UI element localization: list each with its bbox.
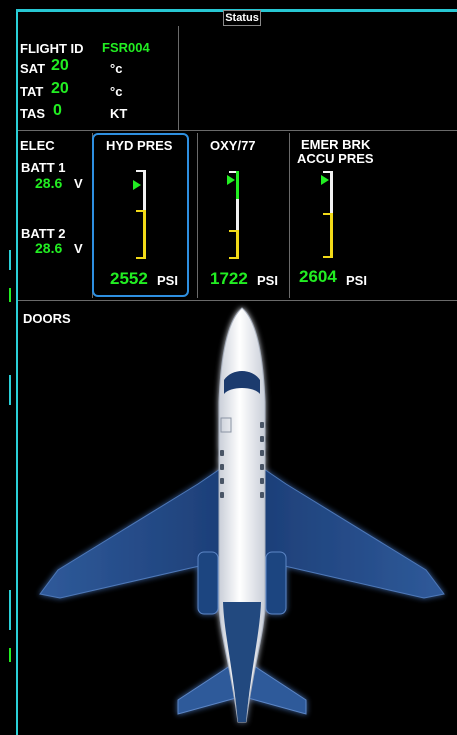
sat-unit: °c	[110, 61, 123, 76]
right-wing	[260, 466, 445, 599]
batt2-unit: V	[74, 241, 83, 256]
oxy-unit: PSI	[257, 273, 278, 288]
flight-id-value: FSR004	[102, 40, 150, 55]
right-stabilizer	[247, 661, 307, 715]
emer-brk-title-1: EMER BRK	[301, 137, 371, 152]
divider	[18, 300, 457, 301]
batt1-label: BATT 1	[21, 160, 66, 175]
aircraft-diagram	[39, 307, 445, 723]
emer-brk-unit: PSI	[346, 273, 367, 288]
bezel-marker	[9, 590, 11, 630]
status-screen: Status FLIGHT ID FSR004 SAT 20 °c TAT 20…	[0, 0, 457, 735]
hyd-pres-value: 2552	[110, 269, 148, 288]
divider	[178, 26, 179, 130]
batt2-label: BATT 2	[21, 226, 66, 241]
batt1-value: 28.6	[35, 175, 63, 191]
bezel-marker	[9, 288, 11, 302]
sat-value: 20	[51, 57, 69, 74]
oxy-pointer	[227, 175, 235, 185]
divider	[197, 133, 198, 298]
left-bezel	[0, 0, 14, 735]
oxy-value: 1722	[210, 269, 248, 288]
right-engine	[265, 551, 287, 615]
divider	[18, 130, 457, 131]
bezel-marker	[9, 250, 11, 270]
aircraft-icon	[39, 307, 445, 723]
tat-label: TAT	[20, 84, 44, 99]
left-stabilizer	[177, 661, 237, 715]
tat-unit: °c	[110, 84, 123, 99]
hyd-pres-unit: PSI	[157, 273, 178, 288]
tat-value: 20	[51, 80, 69, 97]
emer-brk-value: 2604	[299, 267, 337, 286]
divider	[289, 133, 290, 298]
hyd-pres-title: HYD PRES	[106, 138, 173, 153]
emer-brk-title-2: ACCU PRES	[297, 151, 374, 166]
left-wing	[39, 466, 224, 599]
emer-brk-pointer	[321, 175, 329, 185]
hyd-pres-pointer	[133, 180, 141, 190]
tas-unit: KT	[110, 106, 128, 121]
tas-label: TAS	[20, 106, 46, 121]
sat-label: SAT	[20, 61, 46, 76]
bezel-marker	[9, 375, 11, 405]
left-engine	[197, 551, 219, 615]
elec-title: ELEC	[20, 138, 55, 153]
bezel-marker	[9, 648, 11, 662]
tas-value: 0	[53, 102, 62, 119]
window-title: Status	[223, 10, 261, 26]
batt1-unit: V	[74, 176, 83, 191]
flight-id-label: FLIGHT ID	[20, 41, 84, 56]
oxy-title: OXY/77	[210, 138, 256, 153]
batt2-value: 28.6	[35, 240, 63, 256]
